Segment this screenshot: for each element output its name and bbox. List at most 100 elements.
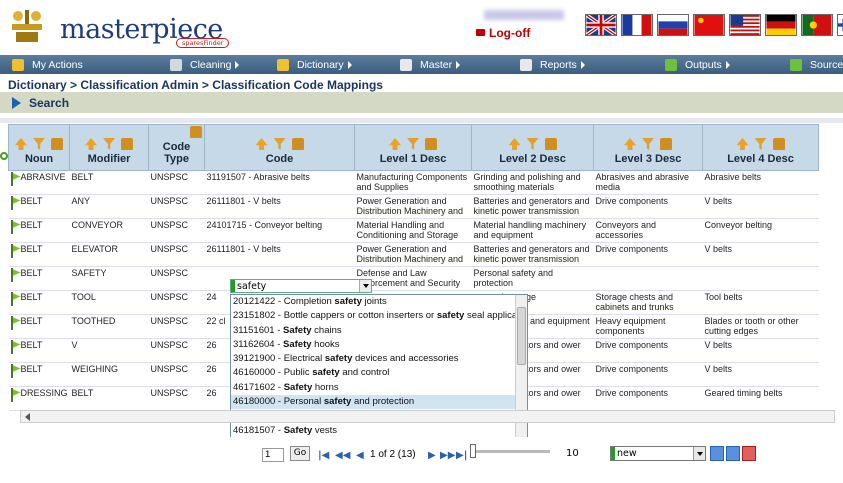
row-flag-icon[interactable] [10, 244, 21, 258]
table-cell-modifier[interactable]: V [69, 338, 149, 363]
horizontal-scrollbar[interactable] [20, 410, 835, 423]
go-button[interactable]: Go [290, 446, 310, 461]
sort-icon[interactable] [255, 138, 268, 150]
table-cell-l1[interactable]: Manufacturing Components and Supplies [354, 170, 472, 195]
logoff-link[interactable]: Log-off [476, 26, 530, 40]
refresh-icon[interactable] [0, 152, 8, 160]
table-cell-l3[interactable] [593, 266, 703, 291]
table-cell-modifier[interactable]: ELEVATOR [69, 242, 149, 267]
dropdown-option[interactable]: 39121900 - Electrical safety devices and… [231, 352, 527, 366]
table-cell-l4[interactable]: Conveyor belting [702, 218, 819, 243]
row-flag-icon[interactable] [10, 196, 21, 210]
save-as-view-icon[interactable] [726, 446, 740, 461]
table-cell-l3[interactable]: Drive components [593, 242, 703, 267]
table-cell-l2[interactable]: Grinding and polishing and smoothing mat… [471, 170, 594, 195]
dropdown-option[interactable]: 23151802 - Bottle cappers or cotton inse… [231, 309, 527, 323]
col-level2[interactable]: Level 2 Desc [471, 124, 595, 171]
col-level4[interactable]: Level 4 Desc [702, 124, 820, 171]
menu-dictionary[interactable]: Dictionary [277, 57, 352, 72]
page-number-input[interactable]: 1 [262, 448, 284, 462]
table-cell-noun[interactable]: BELT [8, 218, 70, 243]
table-cell-l3[interactable]: Drive components [593, 362, 703, 387]
table-cell-code-type[interactable]: UNSPSC [148, 290, 205, 315]
menu-source[interactable]: Source [790, 57, 843, 72]
menu-my-actions[interactable]: My Actions [12, 57, 83, 72]
china-flag-icon[interactable] [693, 14, 725, 36]
table-cell-code[interactable]: 26111801 - V belts [204, 242, 355, 267]
usa-flag-icon[interactable] [729, 14, 761, 36]
table-cell-noun[interactable]: BELT [8, 362, 70, 387]
prev-fast-icon[interactable]: ◀◀ [335, 450, 350, 461]
menu-cleaning[interactable]: Cleaning [170, 57, 240, 72]
prev-page-icon[interactable]: ◀ [356, 450, 364, 461]
table-cell-l2[interactable]: Material handling machinery and equipmen… [471, 218, 594, 243]
dropdown-option[interactable]: 46181507 - Safety vests [231, 424, 527, 438]
table-cell-l1[interactable]: Defense and Law Enforcement and Security [354, 266, 472, 291]
table-cell-modifier[interactable]: BELT [69, 386, 149, 411]
table-row[interactable]: ABRASIVE BELT UNSPSC 31191507 - Abrasive be… [8, 170, 819, 195]
table-cell-code-type[interactable]: UNSPSC [148, 194, 205, 219]
scroll-left-icon[interactable] [25, 413, 30, 421]
table-cell-l3[interactable]: Drive components [593, 194, 703, 219]
lock-icon[interactable] [425, 138, 438, 150]
table-cell-noun[interactable]: BELT [8, 290, 70, 315]
table-cell-l4[interactable] [702, 266, 819, 291]
table-cell-noun[interactable]: DRESSING [8, 386, 70, 411]
first-page-icon[interactable]: |◀ [318, 450, 329, 461]
lock-icon[interactable] [772, 138, 785, 150]
table-cell-noun[interactable]: BELT [8, 242, 70, 267]
lock-icon[interactable] [190, 126, 203, 138]
next-page-icon[interactable]: ▶ [428, 450, 436, 461]
dropdown-option[interactable]: 46180000 - Personal safety and protectio… [231, 395, 527, 410]
sort-icon[interactable] [85, 138, 98, 150]
sort-icon[interactable] [624, 138, 637, 150]
col-code[interactable]: Code [204, 124, 356, 171]
filter-icon[interactable] [273, 138, 286, 150]
table-cell-modifier[interactable]: ANY [69, 194, 149, 219]
table-cell-modifier[interactable]: CONVEYOR [69, 218, 149, 243]
row-flag-icon[interactable] [10, 388, 21, 402]
table-cell-code-type[interactable]: UNSPSC [148, 386, 205, 411]
table-cell-l1[interactable]: Power Generation and Distribution Machin… [354, 242, 472, 267]
row-flag-icon[interactable] [10, 292, 21, 306]
dropdown-option[interactable]: 20121422 - Completion safety joints [231, 295, 527, 309]
table-cell-l4[interactable]: Blades or tooth or other cutting edges [702, 314, 819, 339]
col-modifier[interactable]: Modifier [69, 124, 150, 171]
page-size-slider[interactable] [470, 444, 550, 458]
table-row[interactable]: BELT SAFETY UNSPSC Defense and Law Enforcem… [8, 266, 819, 291]
table-cell-l3[interactable]: Conveyors and accessories [593, 218, 703, 243]
col-noun[interactable]: Noun [7, 124, 71, 171]
filter-icon[interactable] [526, 138, 539, 150]
table-cell-modifier[interactable]: TOOTHED [69, 314, 149, 339]
col-code-type[interactable]: Code Type [148, 124, 206, 171]
table-cell-code-type[interactable]: UNSPSC [148, 242, 205, 267]
dropdown-option[interactable]: 46171602 - Safety horns [231, 381, 527, 395]
code-edit-input[interactable]: safety [230, 279, 372, 293]
uk-flag-icon[interactable] [585, 14, 617, 36]
table-cell-l3[interactable]: Drive components [593, 386, 703, 411]
chevron-down-icon[interactable] [359, 280, 371, 292]
filter-icon[interactable] [642, 138, 655, 150]
table-cell-l2[interactable]: Personal safety and protection [471, 266, 594, 291]
sort-icon[interactable] [389, 138, 402, 150]
germany-flag-icon[interactable] [765, 14, 797, 36]
last-page-icon[interactable]: ▶| [456, 450, 467, 461]
menu-reports[interactable]: Reports [520, 57, 585, 72]
table-cell-code-type[interactable]: UNSPSC [148, 170, 205, 195]
menu-master[interactable]: Master [400, 57, 461, 72]
dropdown-option[interactable]: 31162604 - Safety hooks [231, 338, 527, 352]
sort-icon[interactable] [736, 138, 749, 150]
table-cell-l3[interactable]: Heavy equipment components [593, 314, 703, 339]
table-cell-modifier[interactable]: WEIGHING [69, 362, 149, 387]
next-fast-icon[interactable]: ▶▶ [440, 450, 455, 461]
delete-view-icon[interactable] [742, 446, 756, 461]
table-cell-l3[interactable]: Drive components [593, 338, 703, 363]
table-cell-noun[interactable]: ABRASIVE [8, 170, 70, 195]
filter-icon[interactable] [33, 138, 45, 150]
table-cell-noun[interactable]: BELT [8, 338, 70, 363]
table-cell-l3[interactable]: Storage chests and cabinets and trunks [593, 290, 703, 315]
table-cell-l4[interactable]: Abrasive belts [702, 170, 819, 195]
filter-icon[interactable] [754, 138, 767, 150]
search-toggle[interactable]: Search [0, 92, 843, 113]
table-cell-noun[interactable]: BELT [8, 266, 70, 291]
